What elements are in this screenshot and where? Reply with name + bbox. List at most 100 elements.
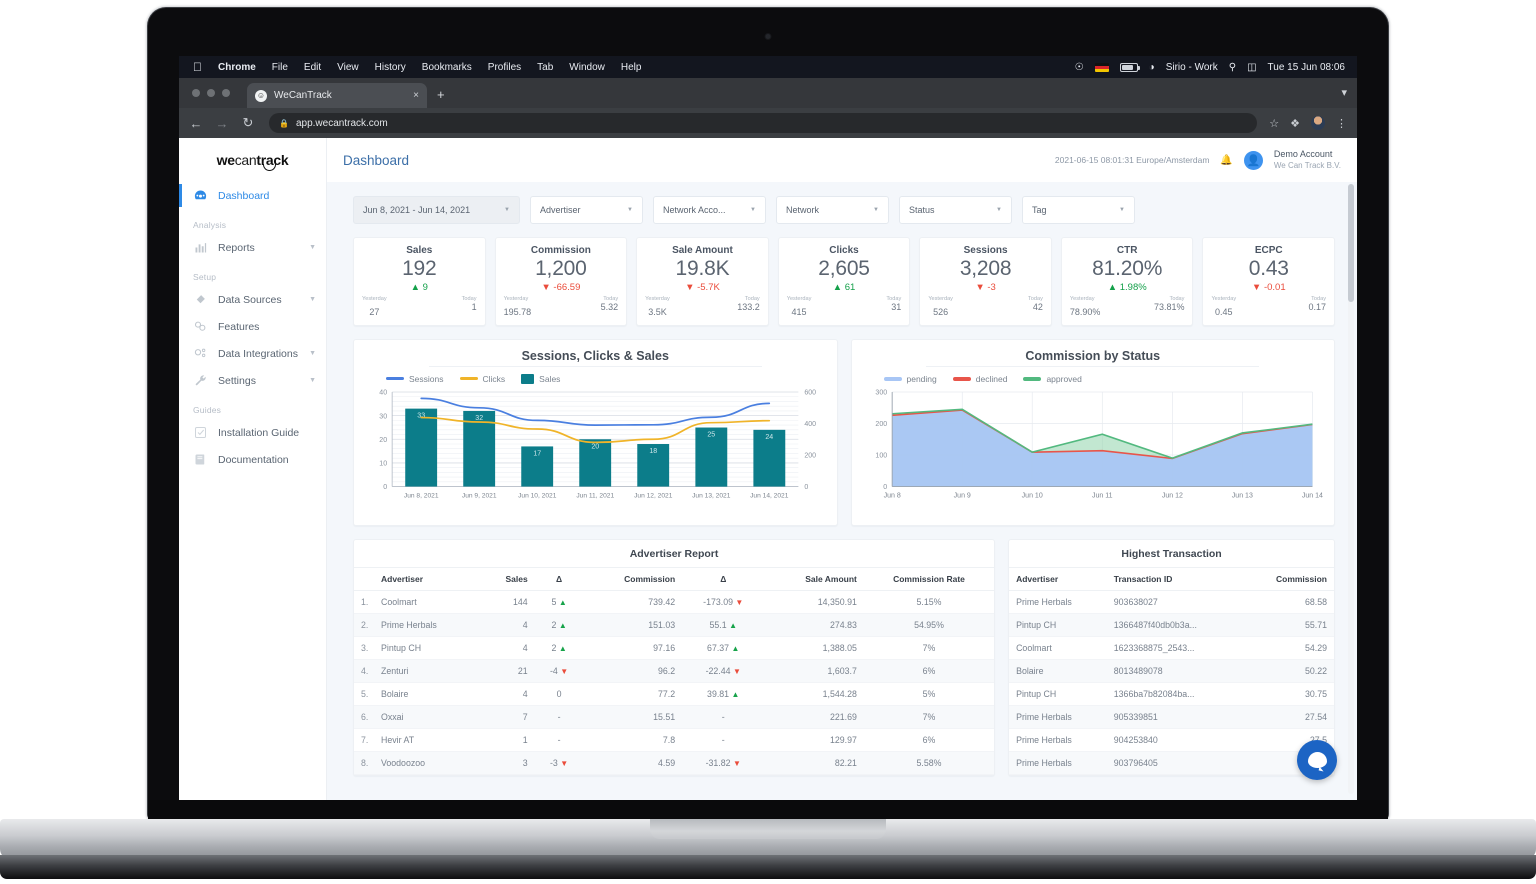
menu-help[interactable]: Help: [613, 62, 650, 73]
spotlight-search-icon[interactable]: ⚲: [1229, 62, 1236, 73]
menu-tab[interactable]: Tab: [529, 62, 561, 73]
forward-icon[interactable]: →: [215, 116, 229, 131]
menu-window[interactable]: Window: [561, 62, 613, 73]
table-row[interactable]: 4.Zenturi21-4 ▼96.2-22.44 ▼1,603.76%: [354, 659, 994, 682]
column-header[interactable]: Δ: [535, 567, 584, 590]
bookmark-star-icon[interactable]: ☆: [1269, 117, 1279, 130]
chrome-menu-icon[interactable]: ⋮: [1336, 117, 1347, 130]
cell-commission: 77.2: [584, 682, 683, 705]
table-row[interactable]: 1.Coolmart1445 ▲739.42-173.09 ▼14,350.91…: [354, 590, 994, 613]
table-row[interactable]: 7.Hevir AT1-7.8-129.976%: [354, 728, 994, 751]
column-header[interactable]: Advertiser: [374, 567, 480, 590]
table-row[interactable]: 5.Bolaire4077.239.81 ▲1,544.285%: [354, 682, 994, 705]
clock[interactable]: Tue 15 Jun 08:06: [1268, 62, 1345, 73]
legend-sessions[interactable]: Sessions: [386, 374, 444, 384]
wifi-icon[interactable]: ◑: [1149, 62, 1155, 73]
column-header[interactable]: Commission: [1243, 567, 1334, 590]
legend-approved[interactable]: approved: [1023, 374, 1081, 384]
table-row[interactable]: Pintup CH1366ba7b82084ba...30.75: [1009, 682, 1334, 705]
table-row[interactable]: Prime Herbals90533985127.54: [1009, 705, 1334, 728]
table-row[interactable]: Prime Herbals90363802768.58: [1009, 590, 1334, 613]
profile-avatar[interactable]: [1311, 116, 1325, 130]
table-row[interactable]: Pintup CH1366487f40db0b3a...55.71: [1009, 613, 1334, 636]
sidebar-item-data-sources[interactable]: Data Sources ▼: [179, 286, 326, 313]
table-row[interactable]: 2.Prime Herbals42 ▲151.0355.1 ▲274.8354.…: [354, 613, 994, 636]
sidebar-item-dashboard[interactable]: Dashboard: [179, 182, 326, 209]
table-row[interactable]: Prime Herbals90425384027.5: [1009, 728, 1334, 751]
sidebar-item-settings[interactable]: Settings ▼: [179, 367, 326, 394]
legend-declined[interactable]: declined: [953, 374, 1008, 384]
chevron-down-icon[interactable]: ▼: [309, 377, 316, 384]
chevron-down-icon[interactable]: ▼: [309, 296, 316, 303]
bell-icon[interactable]: 🔔: [1220, 155, 1232, 166]
kpi-yesterday-value: 3.5K: [648, 307, 667, 317]
back-icon[interactable]: ←: [189, 116, 203, 131]
close-icon[interactable]: ×: [413, 90, 419, 101]
status-filter[interactable]: Status ▼: [899, 196, 1012, 224]
menu-bookmarks[interactable]: Bookmarks: [414, 62, 480, 73]
table-row[interactable]: 3.Pintup CH42 ▲97.1667.37 ▲1,388.057%: [354, 636, 994, 659]
scrollbar-thumb[interactable]: [1348, 184, 1354, 302]
maximize-window-button[interactable]: [222, 89, 230, 97]
network-account-filter[interactable]: Network Acco... ▼: [653, 196, 766, 224]
menu-history[interactable]: History: [367, 62, 414, 73]
legend-pending[interactable]: pending: [884, 374, 937, 384]
chevron-down-icon: ▼: [627, 207, 633, 213]
chevron-down-icon[interactable]: ▼: [309, 244, 316, 251]
date-range-filter[interactable]: Jun 8, 2021 - Jun 14, 2021 ▼: [353, 196, 520, 224]
chevron-down-icon[interactable]: ▼: [309, 350, 316, 357]
column-header[interactable]: Commission: [584, 567, 683, 590]
menu-file[interactable]: File: [264, 62, 296, 73]
column-header[interactable]: [354, 567, 374, 590]
sidebar-item-data-integrations[interactable]: Data Integrations ▼: [179, 340, 326, 367]
column-header[interactable]: Δ: [682, 567, 764, 590]
menu-edit[interactable]: Edit: [296, 62, 329, 73]
control-center-icon[interactable]: ☉: [1075, 62, 1084, 73]
chat-button[interactable]: [1297, 740, 1337, 780]
column-header[interactable]: Sale Amount: [764, 567, 864, 590]
kpi-title: ECPC: [1211, 245, 1326, 256]
minimize-window-button[interactable]: [207, 89, 215, 97]
table-row[interactable]: Bolaire801348907850.22: [1009, 659, 1334, 682]
sidebar-item-reports[interactable]: Reports ▼: [179, 234, 326, 261]
menu-extra-icon[interactable]: ◫: [1247, 62, 1256, 73]
menu-view[interactable]: View: [329, 62, 367, 73]
status-user-label[interactable]: Sirio - Work: [1166, 62, 1218, 73]
table-row[interactable]: 6.Oxxai7-15.51-221.697%: [354, 705, 994, 728]
app-logo[interactable]: wecantrack: [179, 138, 326, 182]
window-controls[interactable]: [192, 89, 230, 97]
tag-filter[interactable]: Tag ▼: [1022, 196, 1135, 224]
tab-search-icon[interactable]: ▾: [1341, 86, 1347, 99]
scrollbar[interactable]: [1348, 184, 1354, 794]
battery-icon[interactable]: [1120, 63, 1138, 72]
table-row[interactable]: 8.Voodoozoo3-3 ▼4.59-31.82 ▼82.215.58%: [354, 751, 994, 774]
legend-sales[interactable]: Sales: [521, 374, 560, 384]
menu-profiles[interactable]: Profiles: [480, 62, 529, 73]
puzzle-piece-icon[interactable]: ❖: [1290, 117, 1300, 130]
apple-logo-icon[interactable]: : [187, 60, 210, 74]
sidebar-item-documentation[interactable]: Documentation: [179, 446, 326, 473]
reload-icon[interactable]: ↻: [241, 115, 255, 131]
advertiser-filter[interactable]: Advertiser ▼: [530, 196, 643, 224]
kpi-delta: ▲ 61: [787, 282, 902, 293]
svg-text:33: 33: [417, 412, 425, 419]
new-tab-button[interactable]: +: [437, 87, 445, 102]
sidebar-item-features[interactable]: Features: [179, 313, 326, 340]
table-row[interactable]: Coolmart1623368875_2543...54.29: [1009, 636, 1334, 659]
avatar[interactable]: 👤: [1244, 151, 1263, 170]
column-header[interactable]: Commission Rate: [864, 567, 994, 590]
column-header[interactable]: Advertiser: [1009, 567, 1107, 590]
browser-tab[interactable]: ☺ WeCanTrack ×: [247, 83, 427, 108]
sidebar-item-installation-guide[interactable]: Installation Guide: [179, 419, 326, 446]
cell-commission-rate: 5.15%: [864, 590, 994, 613]
column-header[interactable]: Sales: [480, 567, 535, 590]
address-bar[interactable]: 🔒 app.wecantrack.com: [269, 113, 1257, 133]
column-header[interactable]: Transaction ID: [1107, 567, 1243, 590]
close-window-button[interactable]: [192, 89, 200, 97]
legend-clicks[interactable]: Clicks: [460, 374, 506, 384]
network-filter[interactable]: Network ▼: [776, 196, 889, 224]
kpi-value: 192: [362, 256, 477, 282]
table-row[interactable]: Prime Herbals90379640527.45: [1009, 751, 1334, 774]
german-flag-icon[interactable]: [1095, 63, 1109, 72]
menu-chrome[interactable]: Chrome: [210, 62, 264, 73]
